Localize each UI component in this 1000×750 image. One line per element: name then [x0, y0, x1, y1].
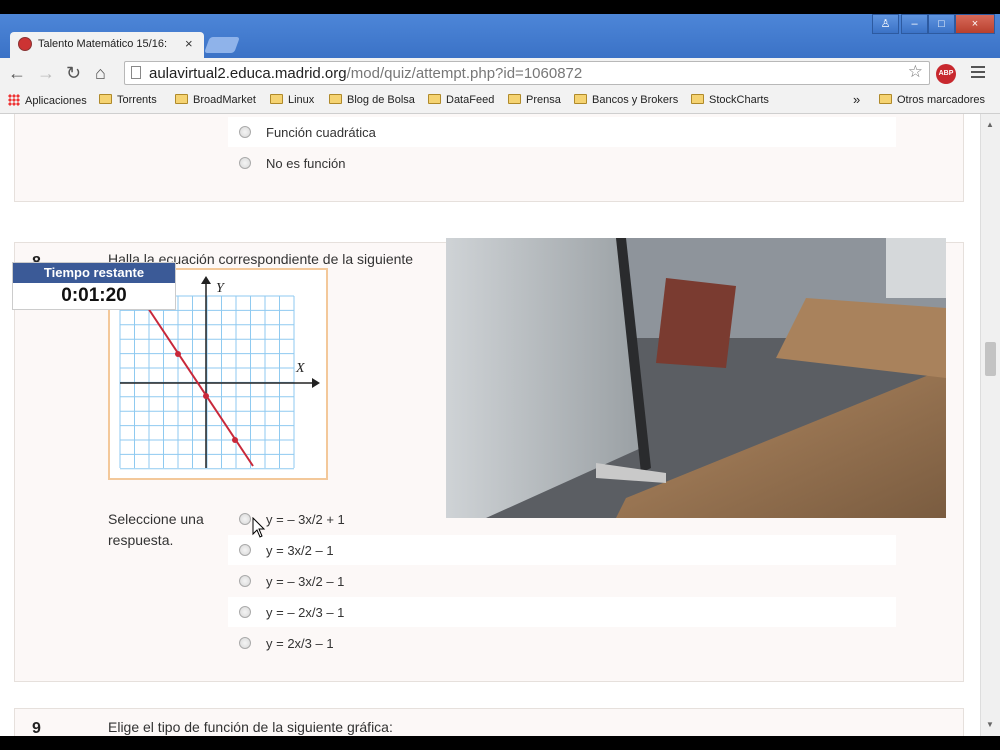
select-prompt: Seleccione una [108, 511, 204, 527]
apps-grid-icon [8, 94, 20, 106]
answer-option[interactable]: y = – 2x/3 – 1 [228, 597, 896, 627]
scrollbar-thumb[interactable] [985, 342, 996, 376]
browser-window: Talento Matemático 15/16: × ♙ ‒ □ × ← → … [0, 14, 1000, 736]
bookmark-label: Prensa [526, 94, 561, 106]
bookmark-item[interactable]: Blog de Bolsa [329, 94, 415, 106]
bookmarks-overflow-icon[interactable]: » [853, 92, 860, 107]
timer-label: Tiempo restante [13, 263, 175, 283]
folder-icon [329, 94, 342, 104]
timer-value: 0:01:20 [61, 285, 127, 306]
bookmark-other[interactable]: Otros marcadores [879, 94, 985, 106]
bookmark-item[interactable]: Bancos y Brokers [574, 94, 678, 106]
adblock-plus-icon[interactable]: ABP [936, 64, 956, 84]
browser-toolbar: ← → ↻ ⌂ aulavirtual2.educa.madrid.org/mo… [0, 58, 1000, 88]
x-axis-label: X [295, 361, 305, 376]
answer-label: y = – 2x/3 – 1 [266, 605, 345, 620]
folder-icon [508, 94, 521, 104]
bookmarks-bar: Aplicaciones Torrents BroadMarket Linux … [0, 88, 1000, 114]
radio-button[interactable] [239, 157, 251, 169]
url-host: aulavirtual2.educa.madrid.org [149, 65, 347, 82]
bookmark-label: DataFeed [446, 94, 495, 106]
url-path: /mod/quiz/attempt.php?id=1060872 [346, 65, 583, 82]
bookmark-label: BroadMarket [193, 94, 256, 106]
webcam-video-overlay [446, 238, 946, 518]
bookmark-item[interactable]: Linux [270, 94, 314, 106]
forward-arrow-icon[interactable]: → [37, 63, 55, 83]
answer-label: y = – 3x/2 + 1 [266, 512, 345, 527]
answer-label: No es función [266, 156, 346, 171]
address-bar[interactable]: aulavirtual2.educa.madrid.org/mod/quiz/a… [124, 61, 930, 85]
home-icon[interactable]: ⌂ [95, 63, 106, 83]
bookmark-label: Bancos y Brokers [592, 94, 679, 106]
url-text: aulavirtual2.educa.madrid.org/mod/quiz/a… [149, 65, 582, 82]
bookmark-label: Linux [288, 94, 315, 106]
browser-tab[interactable]: Talento Matemático 15/16: × [10, 32, 204, 58]
minimize-button[interactable]: ‒ [901, 14, 928, 34]
folder-icon [574, 94, 587, 104]
answer-option[interactable]: Función cuadrática [228, 117, 896, 147]
answer-label: Función cuadrática [266, 125, 376, 140]
scroll-down-arrow-icon[interactable]: ▼ [986, 720, 994, 729]
radio-button[interactable] [239, 606, 251, 618]
bookmark-item[interactable]: BroadMarket [175, 94, 256, 106]
back-arrow-icon[interactable]: ← [8, 63, 26, 83]
graph-point [232, 437, 238, 443]
bookmark-label: Otros marcadores [897, 94, 986, 106]
tab-title: Talento Matemático 15/16: [38, 38, 168, 50]
title-bar: Talento Matemático 15/16: × ♙ ‒ □ × [0, 14, 1000, 58]
radio-button[interactable] [239, 637, 251, 649]
radio-button[interactable] [239, 575, 251, 587]
bookmark-label: StockCharts [709, 94, 769, 106]
bookmark-item[interactable]: DataFeed [428, 94, 494, 106]
answer-label: y = 2x/3 – 1 [266, 636, 334, 651]
bookmark-label: Blog de Bolsa [347, 94, 415, 106]
folder-icon [175, 94, 188, 104]
bookmark-item[interactable]: Torrents [99, 94, 157, 106]
graph-point [175, 351, 181, 357]
maximize-button[interactable]: □ [928, 14, 955, 34]
question-number: 9 [32, 720, 41, 736]
answer-option[interactable]: y = 3x/2 – 1 [228, 535, 896, 565]
new-tab-button[interactable] [204, 37, 240, 53]
site-favicon-icon [18, 37, 32, 51]
radio-button[interactable] [239, 126, 251, 138]
bookmark-item[interactable]: Prensa [508, 94, 561, 106]
reload-icon[interactable]: ↻ [66, 63, 81, 83]
close-window-button[interactable]: × [955, 14, 995, 34]
user-profile-button[interactable]: ♙ [872, 14, 899, 34]
answer-option[interactable]: No es función [228, 148, 896, 178]
answer-option[interactable]: y = 2x/3 – 1 [228, 628, 896, 658]
webcam-frame-image [446, 238, 946, 518]
tab-close-icon[interactable]: × [185, 36, 193, 51]
select-prompt-cont: respuesta. [108, 532, 174, 548]
folder-icon [691, 94, 704, 104]
question-text: Elige el tipo de función de la siguiente… [108, 719, 393, 735]
bookmark-label: Torrents [117, 94, 157, 106]
time-remaining-block: Tiempo restante 0:01:20 [12, 262, 176, 310]
bookmark-item[interactable]: StockCharts [691, 94, 769, 106]
page-icon [131, 66, 141, 79]
answer-label: y = 3x/2 – 1 [266, 543, 334, 558]
answer-option[interactable]: y = – 3x/2 – 1 [228, 566, 896, 596]
folder-icon [428, 94, 441, 104]
page-scrollbar[interactable]: ▲ ▼ [980, 114, 1000, 736]
folder-icon [270, 94, 283, 104]
graph-point [203, 393, 209, 399]
bookmark-apps[interactable]: Aplicaciones [8, 94, 87, 107]
folder-icon [99, 94, 112, 104]
answer-label: y = – 3x/2 – 1 [266, 574, 345, 589]
scroll-up-arrow-icon[interactable]: ▲ [986, 120, 994, 129]
bookmark-label: Aplicaciones [25, 95, 87, 107]
mouse-cursor-icon [252, 517, 266, 538]
radio-button[interactable] [239, 544, 251, 556]
menu-icon[interactable] [971, 66, 985, 78]
page-content: Función cuadrática No es función 8 Halla… [0, 114, 980, 736]
bookmark-star-icon[interactable]: ☆ [908, 62, 923, 82]
folder-icon [879, 94, 892, 104]
radio-button[interactable] [239, 513, 251, 525]
